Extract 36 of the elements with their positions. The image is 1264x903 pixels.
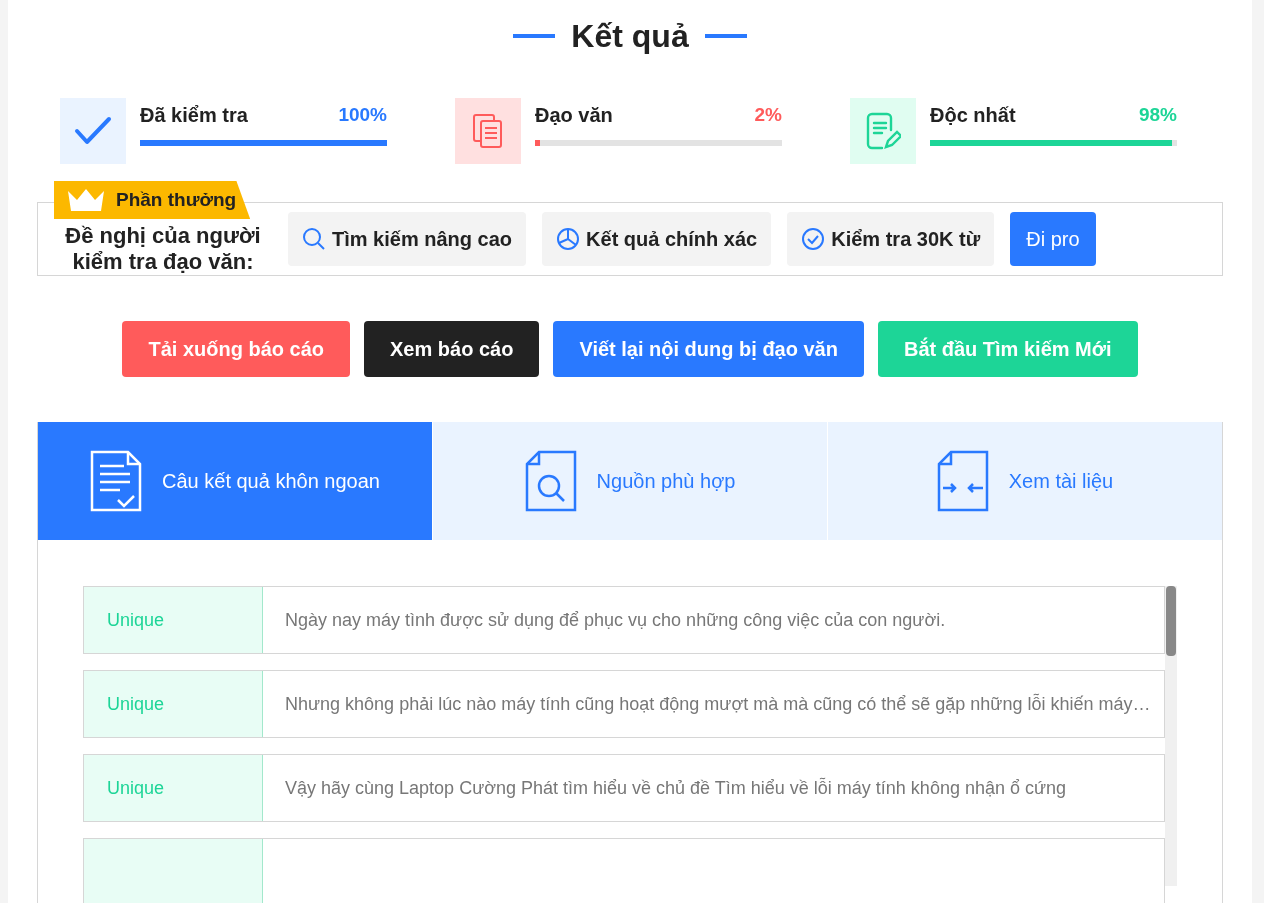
action-button[interactable]: Xem báo cáo (364, 321, 540, 377)
sentence-cell-text: Vậy hãy cùng Laptop Cường Phát tìm hiểu về chủ đề Tìm hiểu về lỗi máy tính không nhận ổ cứng (284, 776, 1068, 800)
stat-label: Độc nhất (930, 103, 1016, 128)
page-title: Kết quả (571, 17, 689, 56)
check-circle-icon (801, 227, 826, 251)
offer-heading: Đề nghị của người kiểm tra đạo văn: (64, 222, 262, 275)
go-pro-button[interactable]: Đi pro (1010, 212, 1096, 266)
document-search-icon (524, 450, 577, 512)
copy-document-icon (472, 113, 504, 149)
stat-percent: 98% (1138, 102, 1177, 127)
sentence-cell-text: Nhưng không phải lúc nào máy tính cũng hoạt động mượt mà mà cũng có thể sẽ gặp những lỗi khiến máy… (284, 692, 1152, 716)
tab[interactable]: Xem tài liệu (827, 422, 1222, 540)
feature-label: Kết quả chính xác (586, 227, 758, 252)
checkmark-icon (74, 116, 112, 146)
feature-label: Tìm kiếm nâng cao (332, 227, 513, 252)
pie-chart-icon (556, 227, 581, 251)
stat-label: Đã kiểm tra (140, 103, 248, 128)
status-cell: Unique (84, 755, 263, 821)
action-button[interactable]: Viết lại nội dung bị đạo văn (553, 321, 864, 377)
document-compare-icon (936, 450, 989, 512)
stat-percent: 100% (338, 102, 387, 127)
feature-label: Kiểm tra 30K từ (831, 227, 981, 252)
tab[interactable]: Câu kết quả khôn ngoan (38, 422, 432, 540)
status-cell: Unique (84, 671, 263, 737)
sentence-cell-text: Ngày nay máy tình được sử dụng để phục vụ cho những công việc của con người. (284, 608, 947, 632)
document-check-icon (90, 450, 142, 512)
stat-label: Đạo văn (535, 103, 613, 128)
document-edit-icon (865, 112, 901, 150)
scrollbar[interactable] (1165, 586, 1177, 886)
reward-badge: Phần thưởng (54, 181, 251, 219)
tab[interactable]: Nguồn phù hợp (432, 422, 827, 540)
action-button[interactable]: Tải xuống báo cáo (122, 321, 350, 377)
search-icon (302, 227, 326, 251)
stat-percent: 2% (754, 102, 782, 127)
crown-icon (66, 187, 106, 213)
status-cell: Unique (84, 587, 263, 653)
